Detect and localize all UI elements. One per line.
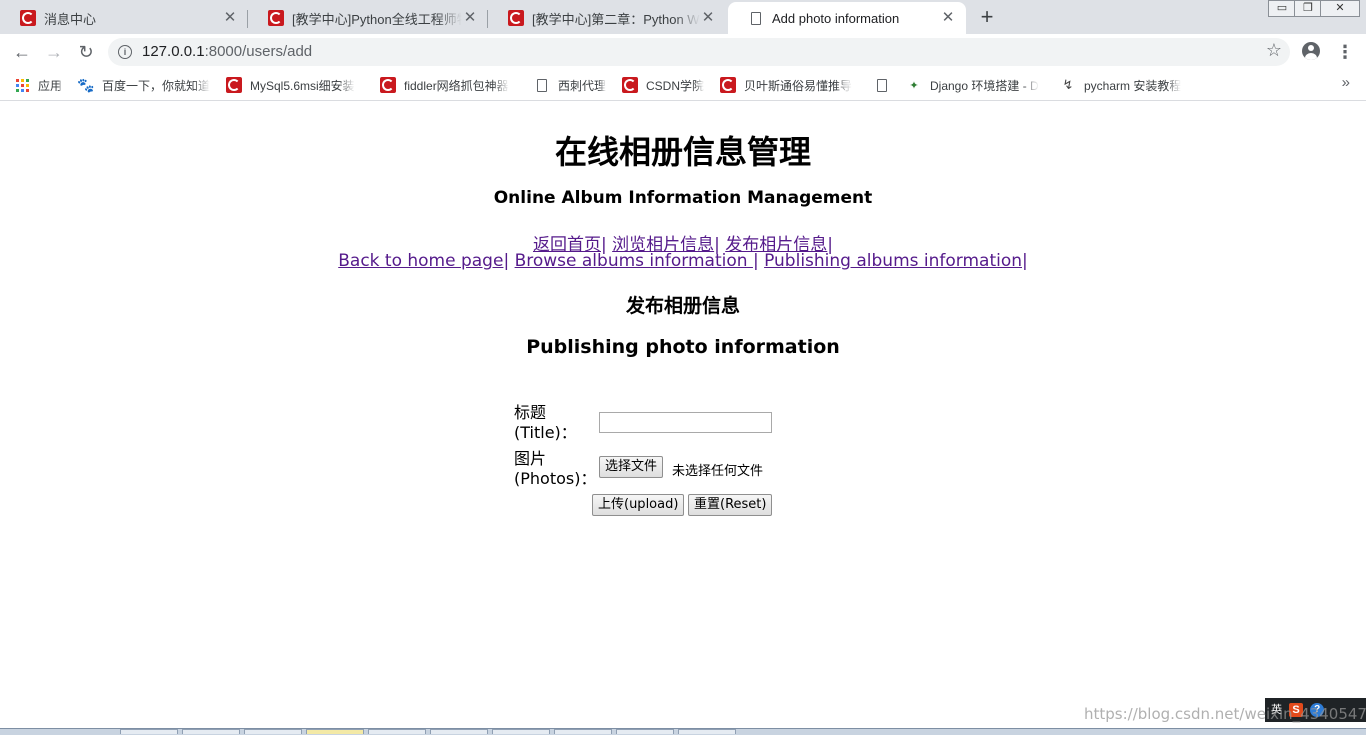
- info-icon[interactable]: i: [118, 45, 132, 59]
- bookmark-label: MySql5.6msi细安装: [250, 78, 355, 93]
- reset-button[interactable]: 重置(Reset): [688, 494, 773, 516]
- url-path: :8000/users/add: [204, 43, 313, 60]
- nav-separator: |: [503, 251, 510, 271]
- tab-title: 消息中心: [44, 11, 97, 27]
- taskbar-item[interactable]: [554, 729, 612, 734]
- tab-python-course[interactable]: [教学中心]Python全线工程师特训 ✕: [248, 2, 488, 34]
- taskbar-item[interactable]: [244, 729, 302, 734]
- bookmark-xici-proxy[interactable]: 西刺代理: [534, 76, 606, 94]
- csdn-icon: [380, 77, 396, 93]
- taskbar-item[interactable]: [182, 729, 240, 734]
- bookmark-label: 百度一下，你就知道: [102, 78, 211, 93]
- title-label-en: (Title)：: [514, 423, 577, 442]
- csdn-icon: [622, 77, 638, 93]
- tab-title: [教学中心]第二章：Python Web: [532, 11, 700, 27]
- section-heading-cn: 发布相册信息: [625, 295, 740, 317]
- tab-title: [教学中心]Python全线工程师特训: [292, 11, 462, 27]
- taskbar-item[interactable]: [678, 729, 736, 734]
- bookmark-label: 应用: [38, 78, 63, 93]
- nav-separator: |: [752, 251, 759, 271]
- taskbar-item[interactable]: [492, 729, 550, 734]
- nav-publish-link-en[interactable]: Publishing albums information: [764, 251, 1022, 271]
- bookmark-apps[interactable]: 应用: [14, 76, 62, 94]
- bookmark-label: 西刺代理: [558, 78, 607, 93]
- page-title-en: Online Album Information Management: [493, 188, 873, 208]
- no-file-chosen-text: 未选择任何文件: [672, 464, 764, 479]
- csdn-icon: [508, 10, 524, 26]
- address-bar[interactable]: i 127.0.0.1:8000/users/add ☆: [108, 38, 1290, 66]
- bookmark-star-icon[interactable]: ☆: [1266, 40, 1282, 61]
- django-icon: ✦: [909, 79, 919, 92]
- tab-chapter-two[interactable]: [教学中心]第二章：Python Web ✕: [488, 2, 726, 34]
- title-input[interactable]: [599, 412, 772, 433]
- tab-message-center[interactable]: 消息中心 ✕: [0, 2, 248, 34]
- url-text[interactable]: 127.0.0.1:8000/users/add: [142, 43, 312, 60]
- title-label-cn: 标题: [514, 403, 547, 422]
- browser-toolbar: ← → ↻ i 127.0.0.1:8000/users/add ☆ ⋮: [0, 34, 1366, 70]
- nav-separator: |: [1022, 251, 1028, 271]
- bookmark-mysql[interactable]: MySql5.6msi细安装: [226, 76, 366, 94]
- photo-label-en: (Photos)：: [514, 469, 597, 488]
- bookmark-label: 贝叶斯通俗易懂推导: [744, 78, 853, 93]
- close-icon[interactable]: ✕: [700, 10, 716, 26]
- bookmark-label: Django 环境搭建 - D: [930, 78, 1039, 93]
- forward-icon[interactable]: →: [42, 40, 66, 64]
- bookmark-csdn-academy[interactable]: CSDN学院: [622, 76, 704, 94]
- apps-grid-icon: [14, 77, 30, 93]
- title-label: 标题 (Title)：: [514, 403, 577, 443]
- bookmark-django[interactable]: ✦ Django 环境搭建 - D: [906, 76, 1046, 94]
- choose-file-button[interactable]: 选择文件: [599, 456, 664, 478]
- url-host: 127.0.0.1: [142, 43, 205, 60]
- baidu-paw-icon: 🐾: [78, 77, 95, 93]
- more-bookmarks-icon[interactable]: »: [1342, 74, 1350, 91]
- csdn-icon: [720, 77, 736, 93]
- taskbar-item[interactable]: [616, 729, 674, 734]
- bookmarks-bar: 应用 🐾 百度一下，你就知道 MySql5.6msi细安装 fiddler网络抓…: [0, 70, 1366, 101]
- bookmark-fiddler[interactable]: fiddler网络抓包神器: [380, 76, 520, 94]
- minimize-button[interactable]: ▭: [1268, 0, 1296, 17]
- new-tab-button[interactable]: +: [976, 6, 998, 28]
- page-icon: [874, 77, 890, 93]
- photo-label-cn: 图片: [514, 449, 547, 468]
- csdn-icon: [268, 10, 284, 26]
- nav-home-link-en[interactable]: Back to home page: [338, 251, 503, 271]
- bookmark-blank-page[interactable]: [874, 76, 898, 94]
- upload-button[interactable]: 上传(upload): [592, 494, 685, 516]
- page-title-cn: 在线相册信息管理: [554, 133, 811, 171]
- pycharm-icon: ↯: [1062, 77, 1074, 92]
- tab-strip: 消息中心 ✕ [教学中心]Python全线工程师特训 ✕ [教学中心]第二章：P…: [0, 0, 1366, 34]
- restore-button[interactable]: ❐: [1294, 0, 1322, 17]
- nav-links-en: Back to home page| Browse albums informa…: [0, 251, 1366, 271]
- bookmark-baidu[interactable]: 🐾 百度一下，你就知道: [78, 76, 214, 94]
- bookmark-bayes[interactable]: 贝叶斯通俗易懂推导: [720, 76, 856, 94]
- csdn-icon: [226, 77, 242, 93]
- bookmark-label: CSDN学院: [646, 78, 705, 93]
- csdn-watermark: https://blog.csdn.net/weixin_43405473: [1084, 705, 1366, 723]
- taskbar-item[interactable]: [430, 729, 488, 734]
- page-icon: [534, 77, 550, 93]
- bookmark-label: fiddler网络抓包神器: [404, 78, 509, 93]
- bookmark-pycharm[interactable]: ↯ pycharm 安装教程: [1060, 76, 1182, 94]
- taskbar-item[interactable]: [368, 729, 426, 734]
- taskbar-item[interactable]: [306, 729, 364, 734]
- csdn-icon: [20, 10, 36, 26]
- nav-browse-link-en[interactable]: Browse albums information: [515, 251, 753, 271]
- close-icon[interactable]: ✕: [462, 10, 478, 26]
- reload-icon[interactable]: ↻: [74, 40, 98, 64]
- section-heading-en: Publishing photo information: [526, 336, 840, 358]
- close-window-button[interactable]: ✕: [1320, 0, 1360, 17]
- page-icon: [748, 10, 764, 26]
- close-icon[interactable]: ✕: [222, 10, 238, 26]
- tab-add-photo[interactable]: Add photo information ✕: [728, 2, 966, 34]
- back-icon[interactable]: ←: [10, 40, 34, 64]
- tab-title: Add photo information: [772, 10, 900, 26]
- profile-avatar-icon[interactable]: [1302, 42, 1320, 60]
- photo-label: 图片 (Photos)：: [514, 449, 596, 489]
- taskbar-item[interactable]: [120, 729, 178, 734]
- close-icon[interactable]: ✕: [940, 10, 956, 26]
- browser-menu-icon[interactable]: ⋮: [1336, 40, 1354, 64]
- bookmark-label: pycharm 安装教程: [1084, 78, 1182, 93]
